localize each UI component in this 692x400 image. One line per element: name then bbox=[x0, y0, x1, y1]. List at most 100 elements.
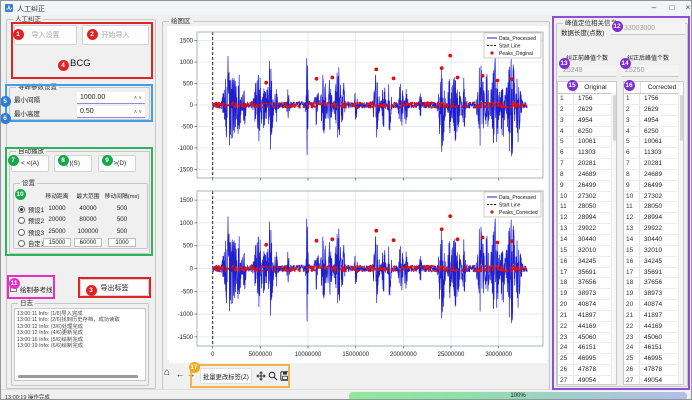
table-row[interactable]: 1837656 bbox=[558, 278, 616, 289]
table-row[interactable]: 1634245 bbox=[558, 257, 616, 268]
table-row[interactable]: 1634245 bbox=[624, 257, 683, 268]
home-icon[interactable]: ⌂ bbox=[164, 367, 170, 378]
table-row[interactable]: 46250 bbox=[558, 127, 616, 138]
custom-value-input[interactable]: 15000 bbox=[43, 238, 71, 247]
table-row[interactable]: 611303 bbox=[624, 148, 683, 159]
preset-radio[interactable] bbox=[18, 217, 25, 224]
autoplay-pause-button[interactable]: | |(S) bbox=[54, 155, 92, 172]
custom-value-input[interactable]: 60000 bbox=[74, 238, 102, 247]
table-row[interactable]: 1329922 bbox=[624, 224, 683, 235]
min-height-spinbox[interactable]: 0.50 ∧∨ bbox=[77, 106, 145, 118]
table-row[interactable]: 1027302 bbox=[624, 192, 683, 203]
row-value: 29922 bbox=[574, 224, 616, 234]
table-row[interactable]: 2345060 bbox=[558, 333, 616, 344]
table-row[interactable]: 1938973 bbox=[558, 289, 616, 300]
table-row[interactable]: 2446151 bbox=[624, 343, 683, 354]
custom-value-input[interactable]: 1000 bbox=[108, 238, 136, 247]
table-row[interactable]: 1228994 bbox=[558, 213, 616, 224]
export-labels-button[interactable]: 导出标签 bbox=[80, 279, 149, 296]
min-interval-spinbox[interactable]: 1000.00 ∧∨ bbox=[77, 92, 145, 104]
close-icon[interactable]: × bbox=[681, 2, 692, 14]
table-row[interactable]: 22629 bbox=[558, 105, 616, 116]
table-row[interactable]: 2749054 bbox=[558, 376, 616, 385]
row-value: 4954 bbox=[574, 116, 616, 126]
table-row[interactable]: 1430440 bbox=[624, 235, 683, 246]
table-row[interactable]: 2244169 bbox=[558, 322, 616, 333]
corrected-table-scrollbar[interactable] bbox=[678, 93, 683, 384]
original-table-scrollbar[interactable] bbox=[611, 93, 616, 384]
svg-text:1500: 1500 bbox=[180, 198, 194, 204]
log-area[interactable]: 13:00:11 Info: (1/6)导入完成13:00:11 Info: (… bbox=[14, 308, 146, 381]
table-row[interactable]: 22629 bbox=[624, 105, 683, 116]
svg-text:Data_Processed: Data_Processed bbox=[499, 195, 536, 201]
table-row[interactable]: 2546995 bbox=[558, 354, 616, 365]
corrected-table[interactable]: Corrected 117562262934954462505100616113… bbox=[623, 81, 684, 385]
table-row[interactable]: 34954 bbox=[558, 116, 616, 127]
table-row[interactable]: 2546995 bbox=[624, 354, 683, 365]
table-row[interactable]: 1735691 bbox=[624, 268, 683, 279]
table-row[interactable]: 2141897 bbox=[624, 311, 683, 322]
plot-bottom-container[interactable]: -1500-1000-50005001000150005000000100000… bbox=[169, 187, 547, 368]
table-row[interactable]: 2749054 bbox=[624, 376, 683, 385]
table-row[interactable]: 2040874 bbox=[624, 300, 683, 311]
batch-edit-button[interactable]: 批量更改标签(Z) bbox=[200, 368, 252, 384]
table-row[interactable]: 2446151 bbox=[558, 343, 616, 354]
table-row[interactable]: 720281 bbox=[558, 159, 616, 170]
draw-reference-checkbox[interactable] bbox=[10, 285, 17, 292]
table-row[interactable]: 2040874 bbox=[558, 300, 616, 311]
table-row[interactable]: 2345060 bbox=[624, 333, 683, 344]
forward-icon[interactable]: → bbox=[187, 369, 196, 379]
table-row[interactable]: 2647878 bbox=[558, 365, 616, 376]
zoom-icon[interactable] bbox=[268, 371, 278, 381]
table-row[interactable]: 2244169 bbox=[624, 322, 683, 333]
table-row[interactable]: 1532010 bbox=[624, 246, 683, 257]
minimize-icon[interactable]: – bbox=[647, 2, 661, 14]
table-row[interactable]: 1128050 bbox=[624, 202, 683, 213]
preset-radio[interactable] bbox=[18, 229, 25, 236]
autoplay-forward-button[interactable]: > >(D) bbox=[98, 155, 136, 172]
table-row[interactable]: 1329922 bbox=[558, 224, 616, 235]
plot-top-svg[interactable]: -1500-1000-500050010001500Data_Processed… bbox=[169, 27, 547, 183]
table-row[interactable]: 510061 bbox=[558, 137, 616, 148]
svg-text:500: 500 bbox=[183, 244, 194, 250]
table-row[interactable]: 1430440 bbox=[558, 235, 616, 246]
table-row[interactable]: 1532010 bbox=[558, 246, 616, 257]
min-interval-label: 最小间隔 bbox=[14, 94, 40, 104]
spin-down-icon[interactable]: ∨ bbox=[138, 109, 143, 115]
autoplay-back-button[interactable]: < <(A) bbox=[11, 155, 49, 172]
table-row[interactable]: 1128050 bbox=[558, 202, 616, 213]
preset-radio[interactable] bbox=[18, 240, 25, 247]
plot-bottom-svg[interactable]: -1500-1000-50005001000150005000000100000… bbox=[169, 187, 547, 363]
table-row[interactable]: 1735691 bbox=[558, 268, 616, 279]
table-row[interactable]: 611303 bbox=[558, 148, 616, 159]
table-row[interactable]: 2141897 bbox=[558, 311, 616, 322]
table-row[interactable]: 720281 bbox=[624, 159, 683, 170]
import-settings-button[interactable]: 导入设置 bbox=[14, 25, 77, 45]
table-row[interactable]: 1938973 bbox=[624, 289, 683, 300]
back-icon[interactable]: ← bbox=[176, 369, 185, 379]
table-row[interactable]: 11756 bbox=[558, 94, 616, 105]
table-row[interactable]: 1837656 bbox=[624, 278, 683, 289]
row-index: 10 bbox=[624, 192, 640, 202]
save-icon[interactable] bbox=[280, 371, 290, 381]
preset-radio[interactable] bbox=[18, 206, 25, 213]
table-row[interactable]: 1027302 bbox=[558, 192, 616, 203]
table-row[interactable]: 926499 bbox=[558, 181, 616, 192]
log-horizontal-scrollbar[interactable] bbox=[18, 375, 138, 378]
table-row[interactable]: 824689 bbox=[558, 170, 616, 181]
spin-down-icon[interactable]: ∨ bbox=[138, 95, 143, 101]
table-row[interactable]: 34954 bbox=[624, 116, 683, 127]
table-row[interactable]: 510061 bbox=[624, 137, 683, 148]
table-row[interactable]: 926499 bbox=[624, 181, 683, 192]
table-row[interactable]: 1228994 bbox=[624, 213, 683, 224]
start-import-button[interactable]: 开始导入 bbox=[82, 25, 149, 45]
table-row[interactable]: 46250 bbox=[624, 127, 683, 138]
table-row[interactable]: 824689 bbox=[624, 170, 683, 181]
row-index: 19 bbox=[558, 289, 574, 299]
table-row[interactable]: 2647878 bbox=[624, 365, 683, 376]
pan-icon[interactable] bbox=[256, 371, 266, 381]
table-row[interactable]: 11756 bbox=[624, 94, 683, 105]
original-table[interactable]: Original 1175622629349544625051006161130… bbox=[557, 81, 617, 385]
maximize-icon[interactable]: □ bbox=[665, 2, 679, 14]
plot-top-container[interactable]: -1500-1000-500050010001500Data_Processed… bbox=[169, 27, 547, 188]
